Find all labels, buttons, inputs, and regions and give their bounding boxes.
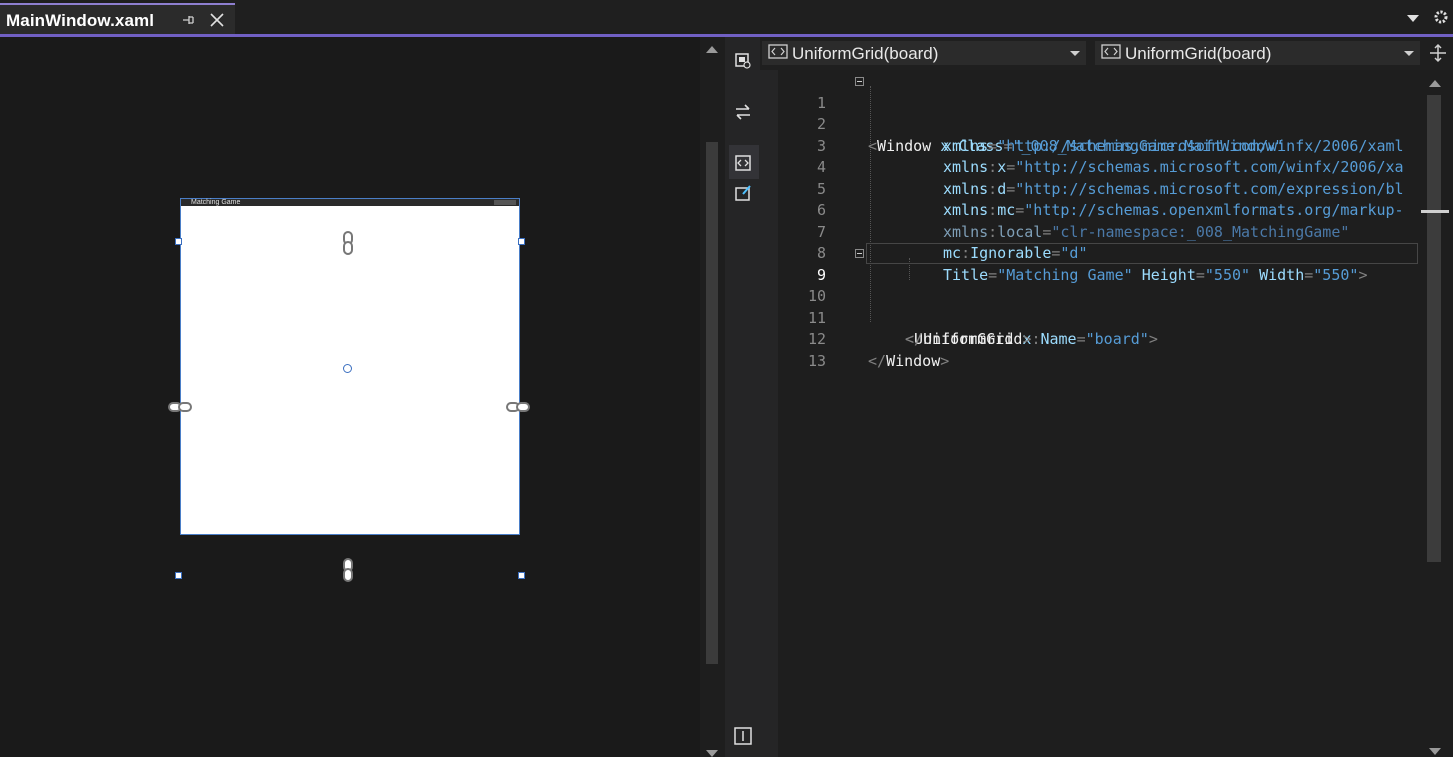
- resize-handle-bottom-right[interactable]: [518, 572, 525, 579]
- designer-scroll-down-icon[interactable]: [706, 750, 718, 757]
- code-line: 1 <Window x:Class="_008_MatchingGame.Mai…: [778, 71, 1420, 155]
- code-line: 12 </Window>: [778, 308, 1420, 370]
- xaml-view-icon[interactable]: [733, 153, 753, 173]
- document-tab-strip: MainWindow.xaml: [0, 0, 1453, 34]
- tab-title: MainWindow.xaml: [6, 11, 155, 30]
- code-line: 2 xmlns="http://schemas.microsoft.com/wi…: [778, 93, 1420, 155]
- design-view-icon[interactable]: [733, 51, 753, 71]
- top-margin-link-icon[interactable]: [341, 230, 355, 256]
- resize-handle-top-right[interactable]: [518, 238, 525, 245]
- current-line-highlight: [866, 243, 1418, 264]
- pin-icon[interactable]: [181, 13, 195, 27]
- code-line: 4 xmlns:d="http://schemas.microsoft.com/…: [778, 136, 1420, 198]
- code-line: 5 xmlns:mc="http://schemas.openxmlformat…: [778, 157, 1420, 220]
- code-line-current: 9 <UniformGrid x:Name="board">: [778, 243, 1420, 348]
- resize-handle-top-left[interactable]: [175, 238, 182, 245]
- element-selector-right-text: UniformGrid(board): [1125, 44, 1272, 63]
- designer-window-buttons: [494, 200, 516, 205]
- collapse-icon[interactable]: [855, 77, 864, 86]
- chevron-down-icon: [1404, 51, 1414, 56]
- bottom-margin-link-icon[interactable]: [341, 557, 355, 583]
- center-handle[interactable]: [343, 364, 352, 373]
- swap-panes-icon[interactable]: [733, 102, 753, 122]
- code-line: 3 xmlns:x="http://schemas.microsoft.com/…: [778, 114, 1420, 177]
- code-tag-icon: [1101, 44, 1121, 59]
- collapse-icon[interactable]: [855, 249, 864, 258]
- code-line: 10: [778, 265, 1420, 305]
- designer-scroll-thumb[interactable]: [706, 142, 718, 664]
- split-toggle-icon[interactable]: [733, 726, 753, 746]
- right-margin-link-icon[interactable]: [505, 400, 531, 414]
- chevron-down-icon: [1070, 51, 1080, 56]
- editor-margin: [760, 70, 778, 757]
- element-selector-right[interactable]: UniformGrid(board): [1095, 41, 1420, 65]
- designer-window-title: Matching Game: [191, 199, 241, 206]
- code-text: </Window>: [868, 351, 950, 370]
- close-icon[interactable]: [208, 11, 226, 29]
- element-selector-left[interactable]: UniformGrid(board): [762, 41, 1086, 65]
- code-line: 13: [778, 329, 1420, 370]
- editor-scroll-thumb[interactable]: [1427, 95, 1441, 562]
- xaml-code-editor[interactable]: 1 <Window x:Class="_008_MatchingGame.Mai…: [778, 70, 1420, 757]
- element-selector-left-text: UniformGrid(board): [792, 44, 939, 63]
- code-line: 11 </UniformGrid>: [778, 286, 1420, 349]
- split-editor-icon[interactable]: [1428, 43, 1448, 63]
- editor-scroll-position-marker: [1421, 210, 1449, 213]
- dropdown-icon[interactable]: [1406, 14, 1420, 23]
- left-margin-link-icon[interactable]: [167, 400, 193, 414]
- tab-mainwindow-xaml[interactable]: MainWindow.xaml: [0, 3, 235, 34]
- code-tag-icon: [768, 44, 788, 59]
- editor-scroll-up-icon[interactable]: [1429, 80, 1441, 87]
- designer-window-titlebar: Matching Game: [181, 199, 519, 206]
- resize-handle-bottom-left[interactable]: [175, 572, 182, 579]
- editor-scroll-down-icon[interactable]: [1429, 748, 1441, 755]
- designer-scroll-up-icon[interactable]: [706, 46, 718, 53]
- code-line: 6 xmlns:local="clr-namespace:_008_Matchi…: [778, 179, 1420, 241]
- line-number: 13: [807, 351, 826, 370]
- edit-designer-icon[interactable]: [733, 183, 753, 203]
- code-line: 7 mc:Ignorable="d": [778, 200, 1420, 263]
- code-line: 8 Title="Matching Game" Height="550" Wid…: [778, 222, 1420, 284]
- gear-icon[interactable]: [1432, 8, 1450, 26]
